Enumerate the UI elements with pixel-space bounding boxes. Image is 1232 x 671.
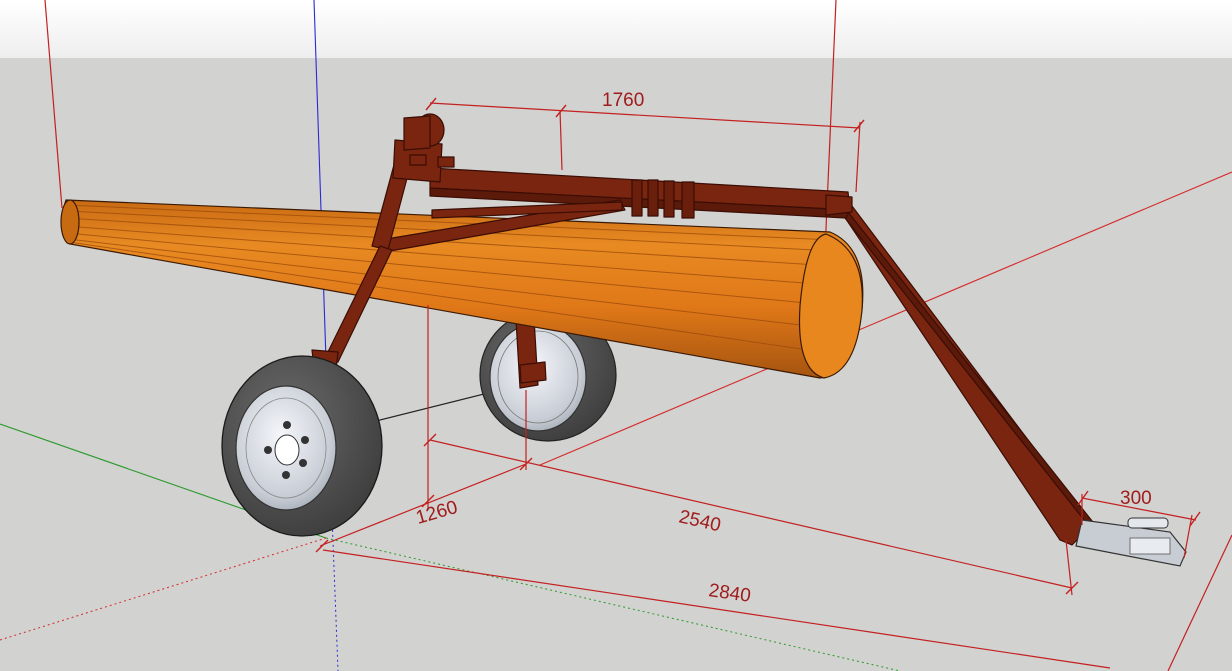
dimension-label-300: 300 [1120, 488, 1152, 509]
dimension-label-1760: 1760 [602, 90, 644, 111]
near-wheel [221, 355, 383, 537]
model-viewport[interactable]: 1760 300 1260 2540 2840 [0, 0, 1232, 671]
ground-plane [0, 58, 1232, 671]
roller-near-end [60, 199, 80, 245]
sky [0, 0, 1232, 58]
